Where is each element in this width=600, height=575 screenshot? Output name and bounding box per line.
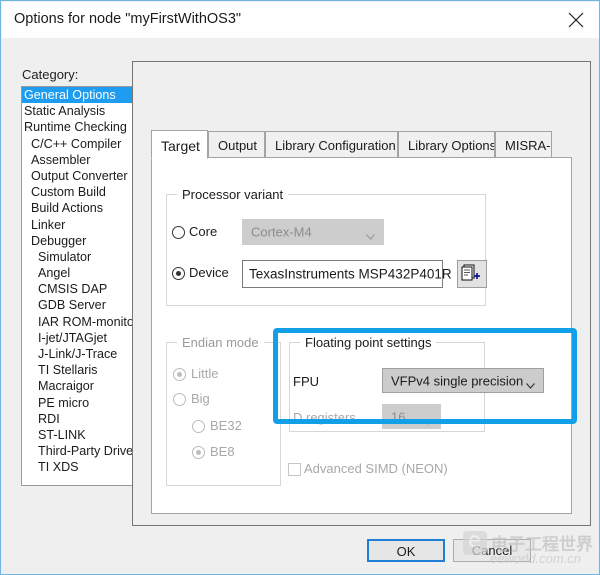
category-item[interactable]: J-Link/J-Trace: [22, 346, 135, 362]
category-item[interactable]: Output Converter: [22, 168, 135, 184]
device-browse-button[interactable]: [457, 260, 487, 288]
category-item[interactable]: Assembler: [22, 152, 135, 168]
radio-core-label: Core: [189, 224, 218, 239]
advanced-simd-checkbox[interactable]: [288, 463, 301, 476]
device-input[interactable]: TexasInstruments MSP432P401R: [242, 260, 452, 288]
cancel-button[interactable]: Cancel: [453, 539, 531, 562]
radio-endian-be32-label: BE32: [210, 418, 242, 433]
chevron-down-icon: [423, 414, 432, 425]
options-dialog: Options for node "myFirstWithOS3" Catego…: [0, 0, 600, 575]
processor-variant-group: Processor variant: [166, 187, 486, 306]
category-item[interactable]: Debugger: [22, 233, 135, 249]
ok-button[interactable]: OK: [367, 539, 445, 562]
category-item[interactable]: General Options: [22, 87, 135, 104]
category-item[interactable]: GDB Server: [22, 297, 135, 313]
radio-endian-be8-label: BE8: [210, 444, 235, 459]
d-registers-label: D registers: [293, 410, 356, 425]
radio-endian-little[interactable]: [173, 368, 186, 381]
floating-point-legend: Floating point settings: [300, 335, 437, 350]
endian-mode-legend: Endian mode: [177, 335, 264, 350]
category-item[interactable]: CMSIS DAP: [22, 281, 135, 297]
category-label: Category:: [22, 67, 79, 82]
tab-output[interactable]: Output: [208, 131, 265, 158]
category-item[interactable]: Macraigor: [22, 378, 135, 394]
category-item[interactable]: TI XDS: [22, 459, 135, 475]
tab-library-options[interactable]: Library Options: [398, 131, 495, 158]
category-item[interactable]: Build Actions: [22, 200, 135, 216]
radio-device-label: Device: [189, 265, 229, 280]
category-item[interactable]: Static Analysis: [22, 103, 135, 119]
select-device-icon: [458, 264, 484, 289]
category-item[interactable]: Angel: [22, 265, 135, 281]
tab-strip: Target Output Library Configuration Library…: [151, 130, 572, 159]
fpu-select[interactable]: VFPv4 single precision: [382, 368, 544, 393]
category-item[interactable]: Linker: [22, 217, 135, 233]
radio-endian-big[interactable]: [173, 393, 186, 406]
radio-endian-big-label: Big: [191, 391, 210, 406]
processor-variant-legend: Processor variant: [177, 187, 289, 202]
radio-core[interactable]: [172, 226, 185, 239]
category-item[interactable]: Runtime Checking: [22, 119, 135, 135]
category-item[interactable]: I-jet/JTAGjet: [22, 330, 135, 346]
category-item[interactable]: RDI: [22, 411, 135, 427]
fpu-select-value: VFPv4 single precision: [391, 373, 524, 388]
core-select-value: Cortex-M4: [251, 224, 312, 240]
category-list[interactable]: General Options Static Analysis Runtime Ch…: [21, 86, 136, 486]
core-select[interactable]: Cortex-M4: [242, 219, 384, 245]
fpu-label: FPU: [293, 374, 319, 389]
radio-endian-little-label: Little: [191, 366, 219, 381]
category-item[interactable]: ST-LINK: [22, 427, 135, 443]
category-item[interactable]: Simulator: [22, 249, 135, 265]
close-button[interactable]: [554, 2, 599, 36]
category-item[interactable]: C/C++ Compiler: [22, 136, 135, 152]
page-title: Options for node "myFirstWithOS3": [14, 11, 242, 27]
chevron-down-icon: [366, 229, 375, 240]
radio-device[interactable]: [172, 267, 185, 280]
category-item[interactable]: Third-Party Driver: [22, 443, 135, 459]
category-item[interactable]: TI Stellaris: [22, 362, 135, 378]
tab-target[interactable]: Target: [151, 130, 208, 159]
chevron-down-icon: [526, 378, 535, 389]
d-registers-select-value: 16: [391, 409, 406, 424]
radio-endian-be32[interactable]: [192, 420, 205, 433]
d-registers-select[interactable]: 16: [382, 404, 441, 429]
title-bar: Options for node "myFirstWithOS3": [2, 2, 599, 38]
endian-mode-group: Endian mode: [166, 335, 281, 486]
tab-library-configuration[interactable]: Library Configuration: [265, 131, 398, 158]
device-input-value: TexasInstruments MSP432P401R: [249, 266, 452, 282]
category-item[interactable]: PE micro: [22, 395, 135, 411]
advanced-simd-label: Advanced SIMD (NEON): [304, 461, 448, 476]
category-item[interactable]: IAR ROM-monitor: [22, 314, 135, 330]
radio-endian-be8[interactable]: [192, 446, 205, 459]
tab-misra-c-2[interactable]: MISRA-C:2: [495, 131, 552, 158]
category-item[interactable]: Custom Build: [22, 184, 135, 200]
